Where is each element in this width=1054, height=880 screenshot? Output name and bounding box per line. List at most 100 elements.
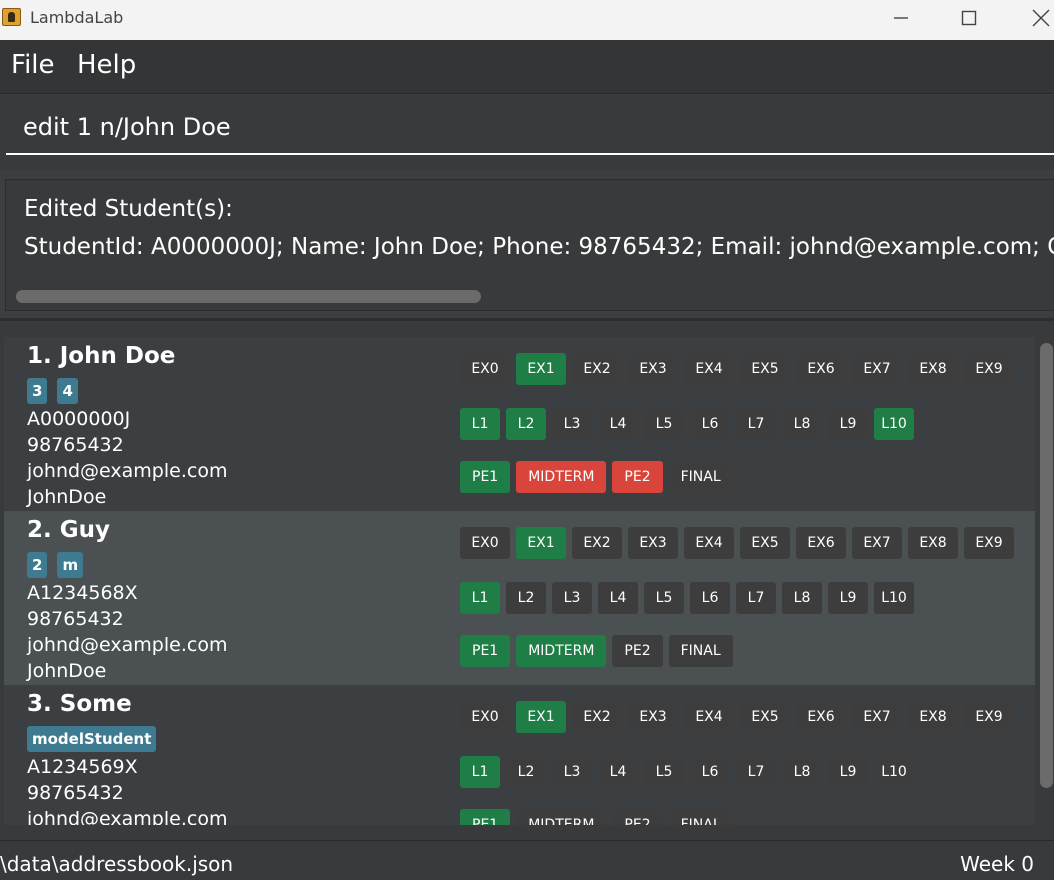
maximize-button[interactable] bbox=[946, 0, 992, 36]
grade-chip-l4: L4 bbox=[598, 408, 638, 440]
student-github: JohnDoe bbox=[27, 660, 107, 682]
student-list: 1. John Doe 3 4 A0000000J 98765432 johnd@exam… bbox=[4, 337, 1035, 825]
grade-chip-l2: L2 bbox=[506, 408, 546, 440]
student-tags: 34 bbox=[27, 378, 78, 404]
grade-chip-l10: L10 bbox=[874, 582, 914, 614]
student-name: 2. Guy bbox=[27, 517, 110, 543]
grade-chip-ex5: EX5 bbox=[740, 527, 790, 559]
close-icon bbox=[1032, 9, 1050, 27]
grade-chip-ex7: EX7 bbox=[852, 353, 902, 385]
grade-chip-ex3: EX3 bbox=[628, 701, 678, 733]
grade-chip-ex4: EX4 bbox=[684, 353, 734, 385]
grade-chip-l7: L7 bbox=[736, 582, 776, 614]
student-id: A0000000J bbox=[27, 408, 131, 430]
menu-file[interactable]: File bbox=[11, 50, 55, 80]
file-path: \data\addressbook.json bbox=[0, 852, 234, 876]
grade-chip-l9: L9 bbox=[828, 756, 868, 788]
grade-chip-pe2: PE2 bbox=[612, 461, 663, 493]
grade-chip-ex6: EX6 bbox=[796, 701, 846, 733]
grade-chip-l4: L4 bbox=[598, 756, 638, 788]
grade-chip-l7: L7 bbox=[736, 408, 776, 440]
lab-row: L1 L2 L3 L4 L5 L6 L7 L8 L9 L10 bbox=[460, 756, 914, 788]
student-card[interactable]: 1. John Doe 3 4 A0000000J 98765432 johnd@exam… bbox=[4, 337, 1035, 511]
result-detail: StudentId: A0000000J; Name: John Doe; Ph… bbox=[24, 234, 1054, 260]
week-indicator: Week 0 bbox=[960, 852, 1034, 876]
grade-chip-ex1: EX1 bbox=[516, 701, 566, 733]
close-button[interactable] bbox=[1018, 0, 1054, 36]
title-bar: LambdaLab bbox=[0, 0, 1054, 40]
command-box bbox=[0, 95, 1054, 170]
grade-chip-ex9: EX9 bbox=[964, 527, 1014, 559]
student-github: JohnDoe bbox=[27, 486, 107, 508]
grade-chip-final: FINAL bbox=[668, 809, 733, 825]
student-email: johnd@example.com bbox=[27, 460, 228, 482]
student-card[interactable]: 2. Guy 2 m A1234568X 98765432 johnd@example.c… bbox=[4, 511, 1035, 685]
grade-chip-ex4: EX4 bbox=[684, 701, 734, 733]
student-id: A1234569X bbox=[27, 756, 138, 778]
grade-chip-l1: L1 bbox=[460, 756, 500, 788]
student-email: johnd@example.com bbox=[27, 808, 228, 825]
grade-chip-l9: L9 bbox=[828, 582, 868, 614]
grade-chip-ex7: EX7 bbox=[852, 527, 902, 559]
grade-chip-midterm: MIDTERM bbox=[516, 809, 607, 825]
student-phone: 98765432 bbox=[27, 782, 124, 804]
grade-chip-l6: L6 bbox=[690, 582, 730, 614]
lab-row: L1 L2 L3 L4 L5 L6 L7 L8 L9 L10 bbox=[460, 408, 914, 440]
vertical-scrollbar[interactable] bbox=[1040, 343, 1053, 788]
grade-chip-ex9: EX9 bbox=[964, 701, 1014, 733]
maximize-icon bbox=[961, 10, 977, 26]
grade-chip-ex9: EX9 bbox=[964, 353, 1014, 385]
grade-chip-pe1: PE1 bbox=[460, 635, 511, 667]
minimize-icon bbox=[894, 17, 908, 19]
tag-badge: m bbox=[57, 552, 84, 578]
lab-row: L1 L2 L3 L4 L5 L6 L7 L8 L9 L10 bbox=[460, 582, 914, 614]
menu-bar: File Help bbox=[0, 40, 1054, 94]
tag-badge: modelStudent bbox=[27, 726, 157, 752]
student-phone: 98765432 bbox=[27, 434, 124, 456]
minimize-button[interactable] bbox=[878, 0, 924, 36]
menu-help[interactable]: Help bbox=[77, 50, 136, 80]
grade-chip-pe1: PE1 bbox=[460, 809, 511, 825]
grade-chip-l7: L7 bbox=[736, 756, 776, 788]
command-input[interactable] bbox=[6, 101, 1054, 155]
grade-chip-ex1: EX1 bbox=[516, 353, 566, 385]
grade-chip-l8: L8 bbox=[782, 756, 822, 788]
grade-chip-ex0: EX0 bbox=[460, 527, 510, 559]
grade-chip-l3: L3 bbox=[552, 756, 592, 788]
grade-chip-ex3: EX3 bbox=[628, 353, 678, 385]
grade-chip-ex6: EX6 bbox=[796, 527, 846, 559]
grade-chip-l10: L10 bbox=[874, 408, 914, 440]
result-display: Edited Student(s): StudentId: A0000000J;… bbox=[5, 179, 1054, 311]
grade-chip-ex8: EX8 bbox=[908, 701, 958, 733]
grade-chip-ex0: EX0 bbox=[460, 701, 510, 733]
grade-chip-ex0: EX0 bbox=[460, 353, 510, 385]
horizontal-scrollbar[interactable] bbox=[16, 290, 481, 303]
grade-chip-ex5: EX5 bbox=[740, 701, 790, 733]
grade-chip-midterm: MIDTERM bbox=[516, 635, 607, 667]
grade-chip-l6: L6 bbox=[690, 408, 730, 440]
grade-chip-pe2: PE2 bbox=[612, 635, 663, 667]
grade-chip-ex6: EX6 bbox=[796, 353, 846, 385]
exercise-row: EX0 EX1 EX2 EX3 EX4 EX5 EX6 EX7 EX8 EX9 bbox=[460, 527, 1014, 559]
student-list-panel: 1. John Doe 3 4 A0000000J 98765432 johnd@exam… bbox=[0, 321, 1054, 840]
grade-chip-l4: L4 bbox=[598, 582, 638, 614]
grade-chip-ex2: EX2 bbox=[572, 527, 622, 559]
grade-chip-ex8: EX8 bbox=[908, 353, 958, 385]
student-card[interactable]: 3. Some modelStudent A1234569X 98765432 john… bbox=[4, 685, 1035, 825]
grade-chip-ex4: EX4 bbox=[684, 527, 734, 559]
grade-chip-l8: L8 bbox=[782, 582, 822, 614]
tag-badge: 3 bbox=[27, 378, 48, 404]
exercise-row: EX0 EX1 EX2 EX3 EX4 EX5 EX6 EX7 EX8 EX9 bbox=[460, 701, 1014, 733]
student-tags: modelStudent bbox=[27, 726, 157, 752]
grade-chip-ex7: EX7 bbox=[852, 701, 902, 733]
status-bar: \data\addressbook.json Week 0 bbox=[0, 840, 1054, 880]
result-heading: Edited Student(s): bbox=[24, 196, 233, 222]
grade-chip-l9: L9 bbox=[828, 408, 868, 440]
exercise-row: EX0 EX1 EX2 EX3 EX4 EX5 EX6 EX7 EX8 EX9 bbox=[460, 353, 1014, 385]
grade-chip-ex2: EX2 bbox=[572, 701, 622, 733]
student-id: A1234568X bbox=[27, 582, 138, 604]
student-name: 3. Some bbox=[27, 691, 132, 717]
grade-chip-midterm: MIDTERM bbox=[516, 461, 607, 493]
app-icon bbox=[2, 8, 21, 26]
grade-chip-l6: L6 bbox=[690, 756, 730, 788]
